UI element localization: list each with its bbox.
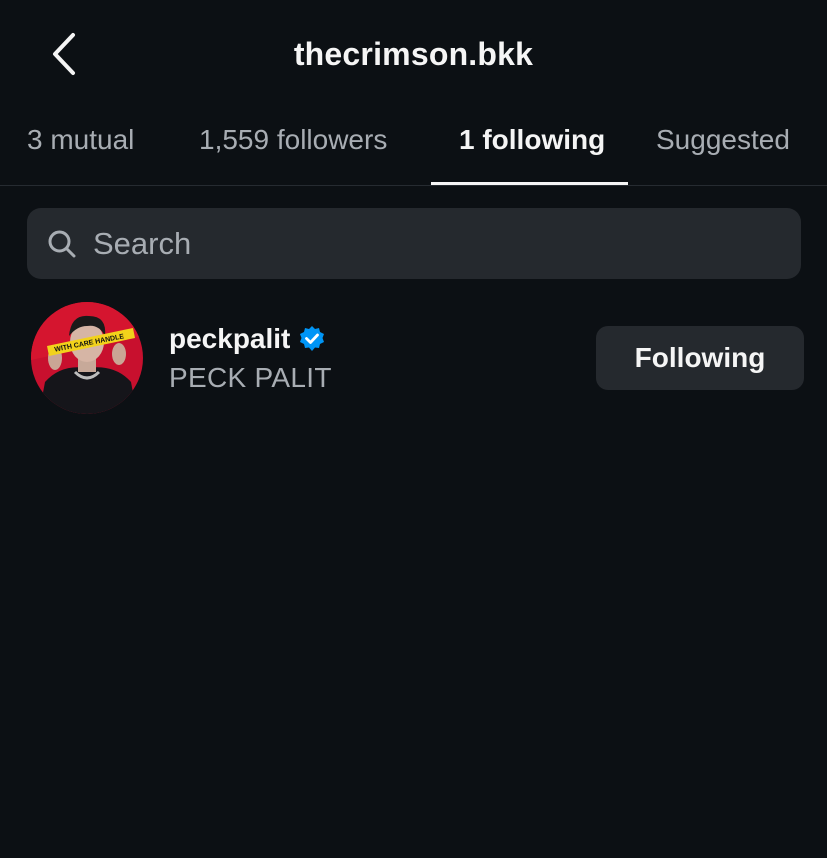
verified-badge-icon [298,325,326,353]
list-item[interactable]: WITH CARE HANDLE peckpalit PECK PALIT Fo… [0,300,827,416]
user-info: peckpalit PECK PALIT [169,320,332,394]
tab-bar: 3 mutual 1,559 followers 1 following Sug… [0,110,827,186]
tab-followers[interactable]: 1,559 followers [199,124,387,156]
page-title: thecrimson.bkk [293,36,534,72]
following-button[interactable]: Following [596,326,804,390]
tab-suggested[interactable]: Suggested [656,124,790,156]
full-name: PECK PALIT [169,362,332,393]
avatar[interactable]: WITH CARE HANDLE [31,302,143,414]
search-input[interactable] [93,225,753,262]
active-tab-indicator [431,182,628,185]
top-bar: thecrimson.bkk [0,0,827,110]
tab-following[interactable]: 1 following [459,124,605,156]
username[interactable]: peckpalit [169,323,290,355]
search-icon [47,229,77,259]
tab-mutual[interactable]: 3 mutual [27,124,134,156]
search-bar[interactable] [27,208,801,279]
